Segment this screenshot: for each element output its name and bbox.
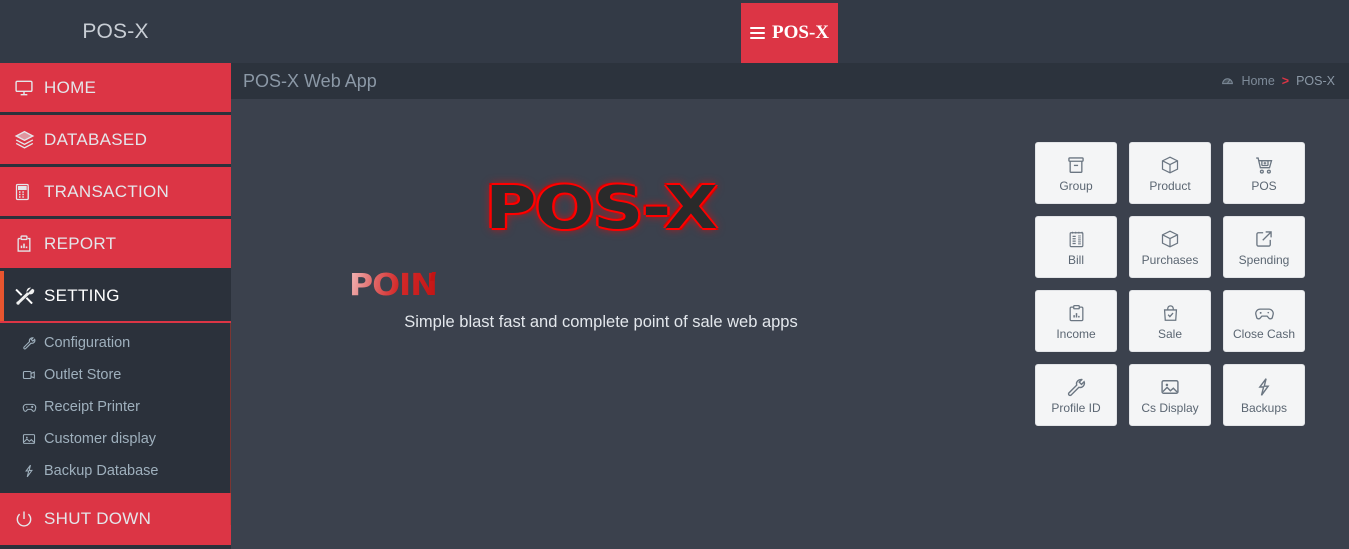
tile-label: Product [1149,179,1191,193]
external-link-icon [1254,228,1274,250]
bolt-icon [1254,376,1274,398]
submenu-label: Outlet Store [44,367,122,383]
poin-logo-row: POIN [341,242,861,303]
tile-sale[interactable]: Sale [1129,290,1211,352]
sidebar-label: TRANSACTION [44,181,170,201]
shortcut-tile-grid: Group Product POS Bill Purchases Spendin… [1035,142,1305,426]
tile-label: Group [1059,179,1093,193]
menu-toggle-label: POS-X [772,22,829,43]
package-icon [1160,154,1180,176]
archive-box-icon [1066,154,1086,176]
tile-label: Bill [1067,253,1084,267]
submenu-label: Configuration [44,335,131,351]
tile-cs-display[interactable]: Cs Display [1129,364,1211,426]
submenu-label: Backup Database [44,463,159,479]
breadcrumb-separator: > [1281,74,1290,88]
menu-toggle-button[interactable]: POS-X [741,3,838,63]
posx-logo: POS-X [485,173,718,242]
submenu-label: Receipt Printer [44,399,140,415]
sidebar-submenu-setting: Configuration Outlet Store Receipt Print… [0,323,231,493]
monitor-icon [14,78,44,98]
hero-tagline: Simple blast fast and complete point of … [404,313,798,331]
tile-label: Purchases [1141,253,1199,267]
sidebar-item-shutdown[interactable]: SHUT DOWN [0,493,231,545]
layers-icon [14,129,44,150]
breadcrumb-current: POS-X [1296,74,1335,88]
tile-close-cash[interactable]: Close Cash [1223,290,1305,352]
top-bar: POS-X POS-X [0,0,1349,63]
bolt-icon [22,464,44,478]
sidebar-item-report[interactable]: REPORT [0,219,231,271]
submenu-item-configuration[interactable]: Configuration [0,327,231,359]
clipboard-chart-icon [1067,302,1086,324]
sidebar-label: HOME [44,77,97,97]
tile-purchases[interactable]: Purchases [1129,216,1211,278]
breadcrumb-home[interactable]: Home [1241,74,1274,88]
app-brand: POS-X [82,19,149,43]
gamepad-icon [22,400,44,415]
tile-label: POS [1251,179,1277,193]
submenu-item-receipt-printer[interactable]: Receipt Printer [0,391,231,423]
poin-logo: POIN [349,268,438,303]
tools-icon [14,286,44,307]
hamburger-icon [750,24,765,42]
tile-label: Profile ID [1051,401,1101,415]
submenu-label: Customer display [44,431,157,447]
bag-check-icon [1161,302,1180,324]
tile-label: Backups [1240,401,1288,415]
report-chart-icon [14,234,44,254]
display-icon [22,368,44,382]
main-content: POS-X Web App Home > POS-X POS-X POIN Si… [231,63,1349,549]
sidebar-label: DATABASED [44,129,148,149]
page-title: POS-X Web App [243,70,377,91]
shutdown-label: SHUT DOWN [44,509,152,528]
app-window: POS-X POS-X HOME DATABASED TRANSACTION R… [0,0,1349,549]
sidebar-item-transaction[interactable]: TRANSACTION [0,167,231,219]
tile-label: Close Cash [1232,327,1296,341]
tile-label: Sale [1157,327,1183,341]
page-header: POS-X Web App Home > POS-X [231,63,1349,99]
sidebar-item-databased[interactable]: DATABASED [0,115,231,167]
submenu-item-customer-display[interactable]: Customer display [0,423,231,455]
tile-group[interactable]: Group [1035,142,1117,204]
image-icon [22,432,44,446]
tile-label: Spending [1238,253,1290,267]
tile-pos[interactable]: POS [1223,142,1305,204]
tile-bill[interactable]: Bill [1035,216,1117,278]
cart-plus-icon [1254,154,1275,176]
sidebar-item-home[interactable]: HOME [0,63,231,115]
image-icon [1160,376,1180,398]
wrench-icon [1066,376,1086,398]
tile-backups[interactable]: Backups [1223,364,1305,426]
gamepad-icon [1254,302,1275,324]
power-icon [14,509,44,529]
sidebar-label: SETTING [44,286,120,305]
sidebar: HOME DATABASED TRANSACTION REPORT SETTIN… [0,63,231,549]
package-icon [1160,228,1180,250]
notebook-icon [1067,228,1086,250]
wrench-icon [22,336,44,350]
submenu-item-outlet-store[interactable]: Outlet Store [0,359,231,391]
sidebar-label: REPORT [44,233,117,253]
submenu-item-backup-database[interactable]: Backup Database [0,455,231,487]
tile-spending[interactable]: Spending [1223,216,1305,278]
breadcrumb: Home > POS-X [1221,74,1335,88]
tile-label: Cs Display [1141,401,1199,415]
tile-label: Income [1056,327,1096,341]
sidebar-item-setting[interactable]: SETTING [0,271,231,323]
tile-profile-id[interactable]: Profile ID [1035,364,1117,426]
hero-logo-block: POS-X POIN Simple blast fast and complet… [341,173,861,332]
tile-income[interactable]: Income [1035,290,1117,352]
tile-product[interactable]: Product [1129,142,1211,204]
dashboard-icon [1221,75,1234,88]
calculator-icon [14,182,44,202]
